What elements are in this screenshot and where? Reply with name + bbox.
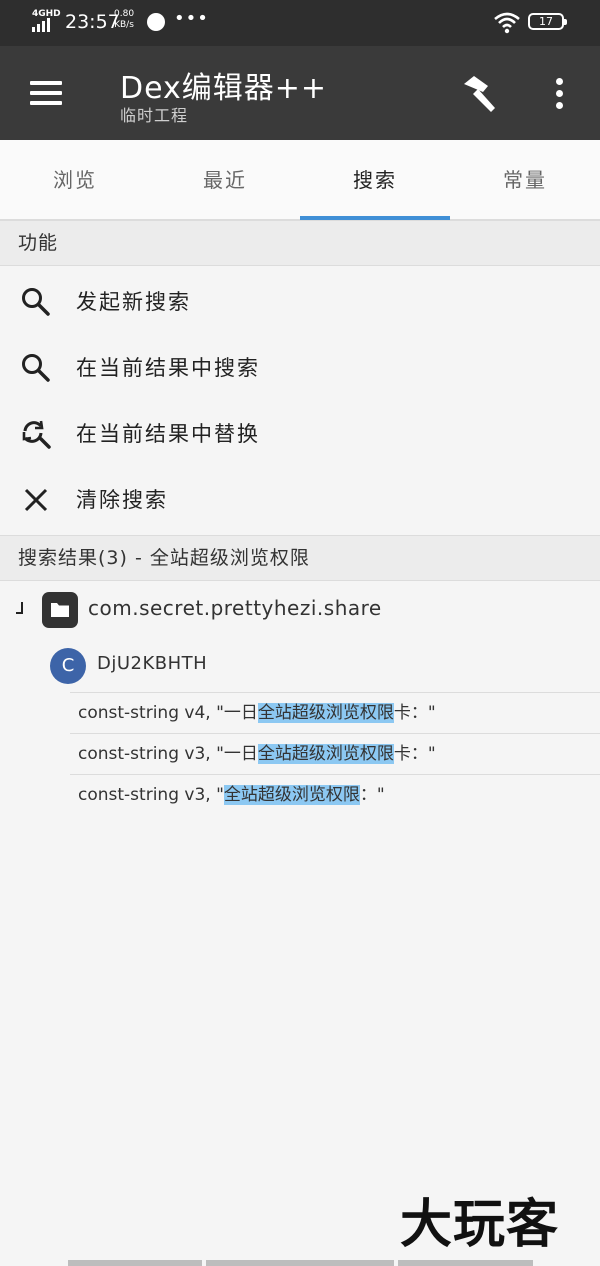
result-line[interactable]: const-string v4, "一日全站超级浏览权限卡：" xyxy=(70,692,600,733)
package-folder-icon[interactable] xyxy=(42,592,78,628)
clock: 23:57 xyxy=(65,11,120,33)
navigation-gesture-bar xyxy=(0,1260,600,1266)
network-speed: 0.80 KB/s xyxy=(114,9,135,30)
results-header: 搜索结果(3) - 全站超级浏览权限 xyxy=(0,535,600,581)
result-line[interactable]: const-string v3, "全站超级浏览权限：" xyxy=(70,774,600,815)
new-search-label: 发起新搜索 xyxy=(76,290,191,314)
tab-browse[interactable]: 浏览 xyxy=(0,140,150,220)
tab-recent[interactable]: 最近 xyxy=(150,140,300,220)
tab-search[interactable]: 搜索 xyxy=(300,140,450,220)
watermark-logo: 大玩客 xyxy=(400,1194,560,1255)
hamburger-icon[interactable] xyxy=(30,81,62,105)
replace-icon xyxy=(22,420,51,449)
match-highlight: 全站超级浏览权限 xyxy=(223,785,360,805)
class-name[interactable]: DjU2KBHTH xyxy=(97,653,207,674)
replace-in-results-label: 在当前结果中替换 xyxy=(76,422,260,446)
project-subtitle: 临时工程 xyxy=(120,106,189,125)
tab-bar: 浏览 最近 搜索 常量 xyxy=(0,140,600,220)
close-icon xyxy=(24,488,48,512)
search-in-results-label: 在当前结果中搜索 xyxy=(76,356,260,380)
more-notifications-icon: ••• xyxy=(174,8,209,29)
tab-constants[interactable]: 常量 xyxy=(450,140,600,220)
new-search-button[interactable]: 发起新搜索 xyxy=(0,268,600,334)
signal-icon xyxy=(32,18,50,32)
hammer-icon[interactable] xyxy=(458,72,500,114)
package-name[interactable]: com.secret.prettyhezi.share xyxy=(88,596,382,620)
search-icon xyxy=(22,288,50,316)
result-line[interactable]: const-string v3, "一日全站超级浏览权限卡：" xyxy=(70,733,600,774)
clear-search-button[interactable]: 清除搜索 xyxy=(0,466,600,532)
wifi-icon xyxy=(494,12,520,34)
more-vertical-icon[interactable] xyxy=(548,76,570,110)
status-bar: 4GHD 23:57 0.80 KB/s ••• 17 xyxy=(0,0,600,46)
match-highlight: 全站超级浏览权限 xyxy=(257,744,394,764)
app-bar: Dex编辑器++ 临时工程 xyxy=(0,46,600,140)
tree-collapse-icon[interactable] xyxy=(14,602,24,616)
functions-header: 功能 xyxy=(0,220,600,266)
class-badge: C xyxy=(50,648,86,684)
app-title: Dex编辑器++ xyxy=(120,71,328,106)
search-in-results-button[interactable]: 在当前结果中搜索 xyxy=(0,334,600,400)
clear-search-label: 清除搜索 xyxy=(76,488,168,512)
replace-in-results-button[interactable]: 在当前结果中替换 xyxy=(0,400,600,466)
battery-icon: 17 xyxy=(528,13,567,30)
match-highlight: 全站超级浏览权限 xyxy=(257,703,394,723)
folder-icon xyxy=(51,603,69,617)
app-notification-icon xyxy=(147,13,165,31)
search-icon xyxy=(22,354,50,382)
